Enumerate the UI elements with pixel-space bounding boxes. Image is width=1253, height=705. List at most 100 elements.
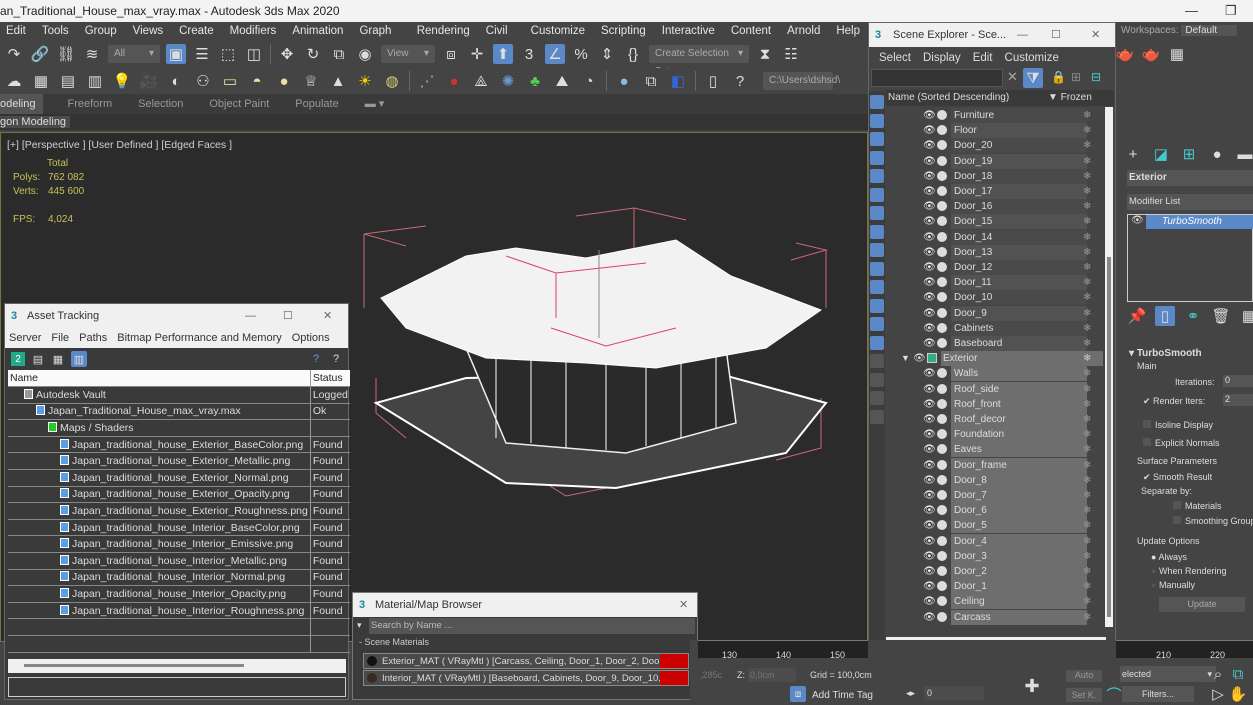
scene-item-name[interactable]: Foundation xyxy=(951,427,1087,443)
asset-row[interactable]: Japan_traditional_house_Interior_Metalli… xyxy=(8,552,350,570)
vault-icon[interactable]: 2 xyxy=(11,352,25,366)
visibility-eye-icon[interactable]: 👁 xyxy=(923,290,936,305)
frame-spinner[interactable]: 0 xyxy=(924,686,984,700)
scene-item-name[interactable]: Door_1 xyxy=(951,579,1087,595)
material-search-input[interactable]: Search by Name ... xyxy=(369,618,695,634)
freeze-icon[interactable]: ❄ xyxy=(1083,290,1091,305)
tab-populate[interactable]: Populate xyxy=(295,94,364,114)
add-time-tag-button[interactable]: Add Time Tag xyxy=(812,690,873,701)
rect-selection-icon[interactable]: ⬚ xyxy=(218,44,238,64)
asset-row[interactable]: Autodesk Vault Logged xyxy=(8,386,350,404)
render-iters-checkbox[interactable]: ✔ Render Iters: xyxy=(1143,396,1205,407)
scene-item[interactable]: 👁 Foundation ❄ xyxy=(923,427,1103,443)
scene-item-name[interactable]: Door_4 xyxy=(951,533,1087,549)
visibility-eye-icon[interactable]: 👁 xyxy=(923,442,936,457)
visibility-eye-icon[interactable]: 👁 xyxy=(923,245,936,260)
freeze-icon[interactable]: ❄ xyxy=(1083,321,1091,336)
scene-item-name[interactable]: Ceiling xyxy=(951,594,1087,610)
scene-item-name[interactable]: Door_3 xyxy=(951,548,1087,564)
menu-options[interactable]: Options xyxy=(292,328,330,348)
freeze-icon[interactable]: ❄ xyxy=(1083,230,1091,245)
visibility-eye-icon[interactable]: 👁 xyxy=(923,579,936,594)
select-by-name-icon[interactable]: ☰ xyxy=(192,44,212,64)
scene-group-exterior[interactable]: ▼ 👁 Exterior ❄ xyxy=(901,351,1103,367)
manually-radio[interactable]: ● Manually xyxy=(1151,580,1195,590)
menu-server[interactable]: Server xyxy=(9,328,41,348)
scene-item-name[interactable]: Door_13 xyxy=(951,244,1087,260)
display-shapes-icon[interactable] xyxy=(870,113,884,128)
menu-create[interactable]: Create xyxy=(173,22,224,40)
freeze-icon[interactable]: ❄ xyxy=(1083,518,1091,533)
close-button[interactable]: ✕ xyxy=(1091,23,1100,47)
ies-icon[interactable]: ▲ xyxy=(328,71,348,91)
dome-icon[interactable]: ◓ xyxy=(247,71,267,91)
smooth-result-checkbox[interactable]: ✔ Smooth Result xyxy=(1143,472,1212,483)
scene-item-name[interactable]: Door_14 xyxy=(951,229,1087,245)
scene-item-name[interactable]: Roof_front xyxy=(951,396,1087,412)
explicit-normals-checkbox[interactable]: Explicit Normals xyxy=(1143,438,1220,448)
when-rendering-radio[interactable]: ● When Rendering xyxy=(1151,566,1227,576)
freeze-icon[interactable]: ❄ xyxy=(1083,351,1091,366)
menu-rendering[interactable]: Rendering xyxy=(411,22,480,40)
freeze-icon[interactable]: ❄ xyxy=(1083,214,1091,229)
scene-item-name[interactable]: Door_11 xyxy=(951,275,1087,291)
display-hidden-icon[interactable] xyxy=(870,298,884,313)
zoom-all-icon[interactable]: ⧉ xyxy=(1228,664,1248,684)
timeline-ruler-right[interactable] xyxy=(1116,640,1253,658)
sun-icon[interactable]: ☀ xyxy=(355,71,375,91)
asset-row[interactable]: Japan_traditional_house_Exterior_Opacity… xyxy=(8,486,350,504)
menu-modifiers[interactable]: Modifiers xyxy=(224,22,287,40)
visibility-eye-icon[interactable]: 👁 xyxy=(923,458,936,473)
tab-selection[interactable]: Selection xyxy=(138,94,209,114)
menu-tools[interactable]: Tools xyxy=(36,22,79,40)
scene-item-name[interactable]: Roof_decor xyxy=(951,412,1087,427)
modify-tab-icon[interactable]: ◪ xyxy=(1151,144,1171,164)
vray-proxy-icon[interactable]: ● xyxy=(444,71,464,91)
mirror-icon[interactable]: ⧗ xyxy=(755,44,775,64)
light-lister-icon[interactable]: 💡 xyxy=(112,71,132,91)
scene-item[interactable]: 👁 Roof_decor ❄ xyxy=(923,412,1103,427)
visibility-eye-icon[interactable]: 👁 xyxy=(923,549,936,564)
z-coordinate-field[interactable]: 0,0cm xyxy=(748,668,796,682)
align-icon[interactable]: ☷ xyxy=(781,44,801,64)
key-mode-icon[interactable]: ✚ xyxy=(1022,676,1042,696)
visibility-eye-icon[interactable]: 👁 xyxy=(923,518,936,533)
lock-icon[interactable]: 🔒 xyxy=(1051,70,1066,84)
hierarchy-icon[interactable]: ⊞ xyxy=(1071,70,1081,84)
pivot-icon[interactable]: ⧈ xyxy=(441,44,461,64)
scene-item[interactable]: 👁 Door_12 ❄ xyxy=(923,260,1103,275)
help-2-icon[interactable]: ? xyxy=(329,352,343,366)
visibility-eye-icon[interactable]: 👁 xyxy=(923,594,936,609)
mesh-light-icon[interactable]: ♕ xyxy=(301,71,321,91)
key-tangent-icon[interactable]: ⌒ xyxy=(1104,684,1124,704)
visibility-eye-icon[interactable]: 👁 xyxy=(923,123,936,138)
freeze-icon[interactable]: ❄ xyxy=(1083,108,1091,123)
update-button[interactable]: Update xyxy=(1159,597,1245,612)
auto-key-button[interactable]: Auto xyxy=(1066,670,1102,682)
scene-item-name[interactable]: Door_16 xyxy=(951,199,1087,215)
scroll-thumb[interactable] xyxy=(1107,257,1111,617)
asset-row[interactable]: Maps / Shaders xyxy=(8,419,350,437)
place-icon[interactable]: ◉ xyxy=(355,44,375,64)
freeze-icon[interactable]: ❄ xyxy=(1083,306,1091,321)
menu-display[interactable]: Display xyxy=(923,47,961,69)
link-icon[interactable]: 🔗 xyxy=(30,44,50,64)
scene-item-name[interactable]: Door_2 xyxy=(951,564,1087,579)
visibility-eye-icon[interactable]: 👁 xyxy=(923,503,936,518)
spinner-snap-icon[interactable]: ⇕ xyxy=(597,44,617,64)
scene-item-name[interactable]: Door_19 xyxy=(951,153,1087,169)
viewport-label[interactable]: [+] [Perspective ] [User Defined ] [Edge… xyxy=(7,139,232,151)
vray-material-icon[interactable]: ● xyxy=(614,71,634,91)
visibility-eye-icon[interactable]: 👁 xyxy=(923,275,936,290)
frame-nav-icon[interactable]: ◂▸ xyxy=(906,688,915,699)
display-tab-icon[interactable]: ▬ xyxy=(1235,144,1253,164)
filter-icon-b-icon[interactable] xyxy=(870,391,884,405)
scene-item[interactable]: 👁 Door_18 ❄ xyxy=(923,168,1103,184)
visibility-eye-icon[interactable]: 👁 xyxy=(923,412,936,427)
device-icon[interactable]: ▯ xyxy=(703,71,723,91)
menu-content[interactable]: Content xyxy=(725,22,781,40)
key-filter-dropdown[interactable]: elected ▾ xyxy=(1120,666,1216,682)
visibility-eye-icon[interactable]: 👁 xyxy=(923,397,936,412)
table-icon[interactable]: ▥ xyxy=(85,71,105,91)
visibility-eye-icon[interactable]: 👁 xyxy=(923,108,936,123)
